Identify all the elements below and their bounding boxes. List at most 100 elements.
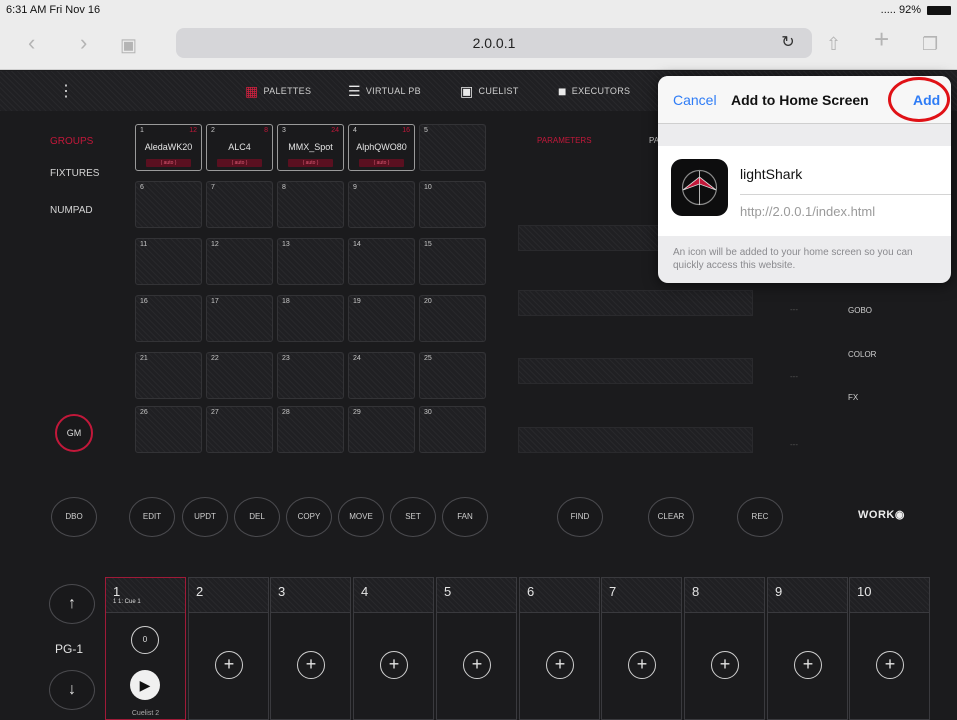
forward-icon[interactable]: › xyxy=(80,32,87,54)
group-cell[interactable]: 26 xyxy=(135,406,202,453)
group-cell[interactable]: 4 16 AlphQWO80 ( auto ) xyxy=(348,124,415,171)
fx-label[interactable]: FX xyxy=(848,393,858,402)
executor-5[interactable]: 5 + xyxy=(436,577,517,720)
clear-button[interactable]: CLEAR xyxy=(648,497,694,537)
fan-button[interactable]: FAN xyxy=(442,497,488,537)
group-cell[interactable]: 23 xyxy=(277,352,344,399)
executor-1[interactable]: 11 1: Cue 1 0 ▶ Cuelist 2 xyxy=(105,577,186,720)
group-cell[interactable]: 19 xyxy=(348,295,415,342)
page-down-button[interactable]: ↓ xyxy=(49,670,95,710)
executor-number: 6 xyxy=(527,584,535,599)
parameter-bar[interactable] xyxy=(518,427,753,453)
add-executor-icon[interactable]: + xyxy=(463,651,491,679)
group-cell[interactable]: 16 xyxy=(135,295,202,342)
gobo-label[interactable]: GOBO xyxy=(848,306,872,315)
share-icon[interactable]: ⇧ xyxy=(826,33,841,55)
group-count: 16 xyxy=(402,127,410,134)
add-executor-icon[interactable]: + xyxy=(794,651,822,679)
group-cell[interactable]: 17 xyxy=(206,295,273,342)
grand-master-knob[interactable]: GM xyxy=(55,414,93,452)
tab-executors[interactable]: ■ EXECUTORS xyxy=(558,80,630,102)
executor-10[interactable]: 10 + xyxy=(849,577,930,720)
group-cell[interactable]: 30 xyxy=(419,406,486,453)
group-cell[interactable]: 27 xyxy=(206,406,273,453)
executor-9[interactable]: 9 + xyxy=(767,577,848,720)
group-cell[interactable]: 1 12 AledaWK20 ( auto ) xyxy=(135,124,202,171)
executor-4[interactable]: 4 + xyxy=(353,577,434,720)
delete-button[interactable]: DEL xyxy=(234,497,280,537)
group-cell[interactable]: 13 xyxy=(277,238,344,285)
add-executor-icon[interactable]: + xyxy=(711,651,739,679)
executor-3[interactable]: 3 + xyxy=(270,577,351,720)
group-cell[interactable]: 15 xyxy=(419,238,486,285)
tab-cuelist[interactable]: ▣ CUELIST xyxy=(460,80,519,102)
add-executor-icon[interactable]: + xyxy=(380,651,408,679)
group-cell[interactable]: 18 xyxy=(277,295,344,342)
group-cell[interactable]: 10 xyxy=(419,181,486,228)
add-executor-icon[interactable]: + xyxy=(297,651,325,679)
tabs-icon[interactable]: ❐ xyxy=(922,33,938,55)
group-cell[interactable]: 3 24 MMX_Spot ( auto ) xyxy=(277,124,344,171)
cancel-button[interactable]: Cancel xyxy=(673,92,717,108)
back-icon[interactable]: ‹ xyxy=(28,32,35,54)
add-executor-icon[interactable]: + xyxy=(628,651,656,679)
move-button[interactable]: MOVE xyxy=(338,497,384,537)
group-cell[interactable]: 28 xyxy=(277,406,344,453)
group-cell[interactable]: 24 xyxy=(348,352,415,399)
tab-palettes[interactable]: ▦ PALETTES xyxy=(245,80,311,102)
menu-fixtures[interactable]: FIXTURES xyxy=(50,168,99,179)
add-executor-icon[interactable]: + xyxy=(546,651,574,679)
group-number: 6 xyxy=(140,184,144,191)
executor-2[interactable]: 2 + xyxy=(188,577,269,720)
group-cell[interactable]: 25 xyxy=(419,352,486,399)
menu-numpad[interactable]: NUMPAD xyxy=(50,205,93,216)
group-cell[interactable]: 8 xyxy=(277,181,344,228)
group-cell[interactable]: 11 xyxy=(135,238,202,285)
group-cell[interactable]: 22 xyxy=(206,352,273,399)
add-executor-icon[interactable]: + xyxy=(876,651,904,679)
color-label[interactable]: COLOR xyxy=(848,350,876,359)
group-cell[interactable]: 21 xyxy=(135,352,202,399)
parameter-bar[interactable] xyxy=(518,358,753,384)
executor-8[interactable]: 8 + xyxy=(684,577,765,720)
reload-icon[interactable]: ↻ xyxy=(776,32,800,56)
edit-button[interactable]: EDIT xyxy=(129,497,175,537)
group-cell[interactable]: 7 xyxy=(206,181,273,228)
tab-label: VIRTUAL PB xyxy=(365,86,421,96)
play-icon[interactable]: ▶ xyxy=(130,670,160,700)
executor-6[interactable]: 6 + xyxy=(519,577,600,720)
dbo-button[interactable]: DBO xyxy=(51,497,97,537)
group-name: AledaWK20 xyxy=(144,142,193,152)
group-cell[interactable]: 29 xyxy=(348,406,415,453)
bookmarks-icon[interactable]: ▣ xyxy=(120,34,137,56)
menu-groups[interactable]: GROUPS xyxy=(50,136,93,147)
group-cell[interactable]: 2 8 ALC4 ( auto ) xyxy=(206,124,273,171)
update-button[interactable]: UPDT xyxy=(182,497,228,537)
record-button[interactable]: REC xyxy=(737,497,783,537)
tab-virtual-pb[interactable]: ☰ VIRTUAL PB xyxy=(348,80,421,102)
copy-button[interactable]: COPY xyxy=(286,497,332,537)
executor-number: 8 xyxy=(692,584,700,599)
auto-badge: ( auto ) xyxy=(217,159,262,167)
app-name-field[interactable]: lightShark xyxy=(740,166,802,182)
group-cell[interactable]: 20 xyxy=(419,295,486,342)
page-label: PG-1 xyxy=(55,642,84,656)
add-executor-icon[interactable]: + xyxy=(215,651,243,679)
new-tab-icon[interactable]: + xyxy=(874,26,889,52)
find-button[interactable]: FIND xyxy=(557,497,603,537)
executor-7[interactable]: 7 + xyxy=(601,577,682,720)
tab-label: EXECUTORS xyxy=(571,86,631,96)
parameter-bar[interactable] xyxy=(518,290,753,316)
group-cell[interactable]: 12 xyxy=(206,238,273,285)
group-cell[interactable]: 5 xyxy=(419,124,486,171)
parameters-tab[interactable]: PARAMETERS xyxy=(537,136,592,145)
menu-kebab-icon[interactable]: ⋮ xyxy=(58,81,74,101)
group-number: 10 xyxy=(424,184,432,191)
page-up-button[interactable]: ↑ xyxy=(49,584,95,624)
group-cell[interactable]: 9 xyxy=(348,181,415,228)
group-cell[interactable]: 14 xyxy=(348,238,415,285)
url-field[interactable]: 2.0.0.1 xyxy=(176,28,812,58)
set-button[interactable]: SET xyxy=(390,497,436,537)
executor-knob[interactable]: 0 xyxy=(131,626,159,654)
group-cell[interactable]: 6 xyxy=(135,181,202,228)
